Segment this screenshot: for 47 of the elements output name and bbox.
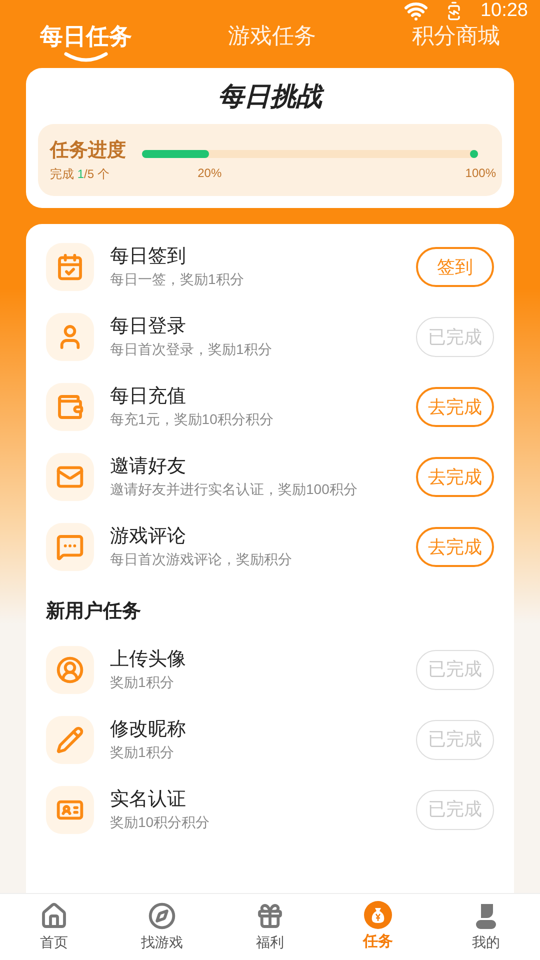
task-description: 每日首次游戏评论，奖励积分 xyxy=(110,550,293,569)
task-title: 邀请好友 xyxy=(110,455,187,479)
task-title: 每日签到 xyxy=(110,245,187,269)
nav-tab[interactable]: 福利 xyxy=(230,902,310,952)
nav-tab[interactable]: 首页 xyxy=(14,902,94,952)
nav-tab[interactable]: 我的 xyxy=(446,902,526,952)
top-tab[interactable]: 每日任务 xyxy=(24,22,148,62)
task-title: 修改昵称 xyxy=(110,718,187,742)
avatar-icon xyxy=(56,656,84,684)
task-description: 每充1元，奖励10积分积分 xyxy=(110,410,274,429)
task-description: 奖励1积分 xyxy=(110,742,175,762)
completed-count: 完成 1/5 个 xyxy=(50,166,110,184)
task-action-button[interactable]: 去完成 xyxy=(416,387,494,427)
task-action-button[interactable]: 去完成 xyxy=(416,527,494,567)
task-title: 每日登录 xyxy=(110,315,187,339)
task-title: 实名认证 xyxy=(110,788,187,812)
task-description: 奖励10积分积分 xyxy=(110,812,211,832)
top-tab[interactable]: 积分商城 xyxy=(396,22,516,50)
task-title: 上传头像 xyxy=(110,648,187,672)
money-bag-icon xyxy=(364,900,392,929)
nav-tab[interactable]: 找游戏 xyxy=(122,902,202,952)
challenge-title: 每日挑战 xyxy=(38,80,502,112)
envelope-icon xyxy=(56,463,84,491)
top-tab[interactable]: 游戏任务 xyxy=(212,22,332,50)
progress-label: 任务进度 xyxy=(50,138,126,163)
wifi-icon xyxy=(404,0,428,22)
gift-icon xyxy=(256,902,284,930)
task-description: 邀请好友并进行实名认证，奖励100积分 xyxy=(110,480,358,499)
wallet-icon xyxy=(56,393,84,421)
nav-tab[interactable]: 任务 xyxy=(338,900,418,954)
task-action-button[interactable]: 签到 xyxy=(416,247,494,287)
task-action-button[interactable]: 去完成 xyxy=(416,457,494,497)
task-description: 每日首次登录，奖励1积分 xyxy=(110,340,273,359)
progress-reading: 20% xyxy=(198,165,222,182)
compass-icon xyxy=(148,902,176,930)
chat-bubble-icon xyxy=(56,533,84,561)
section-title: 新用户任务 xyxy=(46,600,142,624)
task-description: 奖励1积分 xyxy=(110,672,175,692)
progress-end-reading: 100% xyxy=(465,165,496,182)
smile-underline-icon xyxy=(64,52,108,62)
clock-time: 10:28 xyxy=(480,0,528,20)
pencil-icon xyxy=(56,726,84,754)
task-description: 每日一签，奖励1积分 xyxy=(110,270,245,289)
calendar-check-icon xyxy=(56,253,84,281)
task-title: 游戏评论 xyxy=(110,525,187,549)
task-title: 每日充值 xyxy=(110,385,187,409)
home-icon xyxy=(40,902,68,930)
